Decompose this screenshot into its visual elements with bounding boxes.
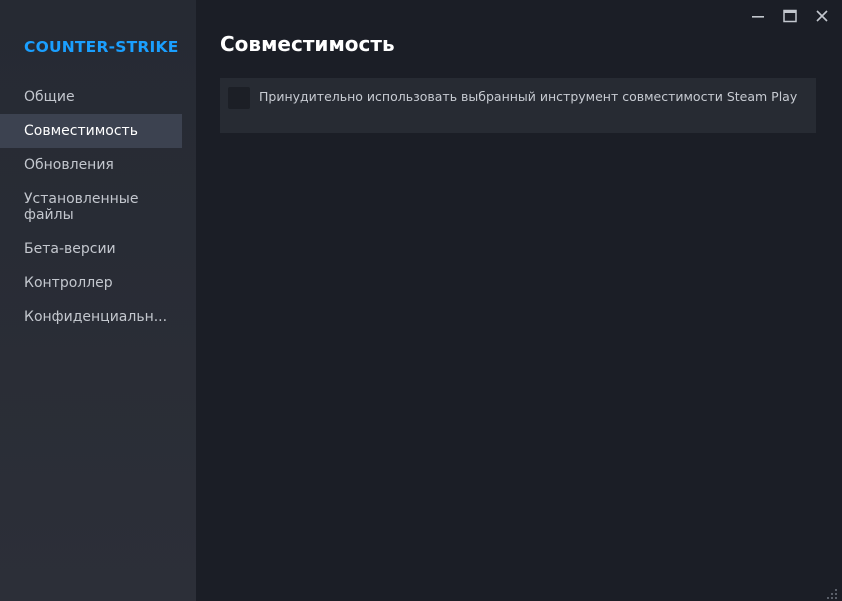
sidebar: COUNTER-STRIKE Общие Совместимость Обнов… [0, 0, 196, 601]
sidebar-item-installed-files[interactable]: Установленные файлы [0, 182, 182, 232]
sidebar-item-privacy[interactable]: Конфиденциальн... [0, 300, 182, 334]
game-title: COUNTER-STRIKE [24, 38, 179, 56]
minimize-button[interactable] [744, 6, 772, 26]
sidebar-item-general[interactable]: Общие [0, 80, 182, 114]
steam-play-checkbox[interactable] [228, 87, 250, 109]
sidebar-item-betas[interactable]: Бета-версии [0, 232, 182, 266]
maximize-button[interactable] [776, 6, 804, 26]
page-title: Совместимость [220, 32, 395, 56]
resize-grip-icon[interactable] [826, 585, 838, 599]
sidebar-item-controller[interactable]: Контроллер [0, 266, 182, 300]
window-controls [744, 6, 836, 26]
properties-window: COUNTER-STRIKE Общие Совместимость Обнов… [0, 0, 842, 601]
minimize-icon [752, 16, 764, 18]
sidebar-item-updates[interactable]: Обновления [0, 148, 182, 182]
steam-play-option-label: Принудительно использовать выбранный инс… [259, 89, 798, 104]
steam-play-option-row: Принудительно использовать выбранный инс… [220, 78, 816, 133]
sidebar-nav: Общие Совместимость Обновления Установле… [0, 80, 196, 334]
close-button[interactable] [808, 6, 836, 26]
main-panel: Совместимость Принудительно использовать… [196, 0, 842, 601]
close-icon [816, 10, 828, 22]
maximize-icon [783, 9, 797, 23]
sidebar-item-compatibility[interactable]: Совместимость [0, 114, 182, 148]
